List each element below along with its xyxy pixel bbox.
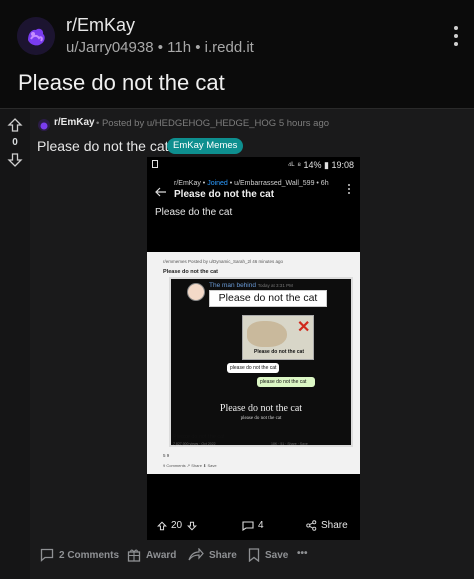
inner-meta: r/EmKay • Joined • u/Embarrassed_Wall_59… xyxy=(174,180,329,187)
meme-caption: Please do not the cat xyxy=(253,349,304,355)
vote-column: 0 xyxy=(0,109,30,579)
subreddit-name[interactable]: r/EmKay xyxy=(66,15,135,36)
inner-share-label: Share xyxy=(321,520,348,531)
status-right: ⁴ᴸ ⁸ 14% ▮ 19:08 xyxy=(287,160,354,170)
meme-text-box: Please do not the cat xyxy=(209,290,327,307)
save-label: Save xyxy=(265,549,289,561)
inner-action-bar: 20 4 Share xyxy=(147,513,360,540)
bookmark-icon xyxy=(248,548,260,562)
save-button[interactable]: Save xyxy=(248,548,288,562)
nested-meta: r/emmemes Posted by u/Dynamic_Sarah_2l 4… xyxy=(163,259,284,264)
inner-title: Please do not the cat xyxy=(174,189,275,200)
chat-bubble-right: please do not the cat xyxy=(257,377,315,387)
downvote-icon[interactable] xyxy=(7,152,23,168)
post-flair[interactable]: EmKay Memes xyxy=(167,138,244,154)
crosspost-meta: • Posted by u/HEDGEHOG_HEDGE_HOG 5 hours… xyxy=(96,118,330,129)
chat-bubble-left: please do not the cat xyxy=(227,363,279,373)
post-image[interactable]: ⁴ᴸ ⁸ 14% ▮ 19:08 r/EmKay • Joined • u/Em… xyxy=(147,157,360,540)
inner-post-header: r/EmKay • Joined • u/Embarrassed_Wall_59… xyxy=(147,173,360,257)
subreddit-avatar[interactable] xyxy=(17,17,55,55)
nested-caption: Please do not the cat xyxy=(173,434,225,440)
back-arrow-icon xyxy=(155,187,166,197)
more-icon: ••• xyxy=(297,548,308,559)
nested-caption-meta: 7,827,000 views · Oct 2022 xyxy=(173,442,216,446)
discord-avatar xyxy=(187,283,205,301)
post-header: r/EmKay u/Jarry04938 • 11h • i.redd.it xyxy=(0,0,474,72)
notification-icon xyxy=(152,160,158,168)
share-button[interactable]: Share xyxy=(188,548,237,562)
more-options-icon[interactable] xyxy=(450,26,462,50)
award-label: Award xyxy=(146,549,177,561)
comments-label: 2 Comments xyxy=(59,549,120,561)
award-icon xyxy=(127,549,141,562)
post-meta: u/Jarry04938 • 11h • i.redd.it xyxy=(66,39,254,56)
small-caption: please do not the cat xyxy=(240,416,282,421)
inner-downvote-icon xyxy=(187,521,197,531)
crosspost-subreddit[interactable]: r/EmKay xyxy=(54,117,95,128)
crosspost-subreddit-avatar[interactable] xyxy=(38,119,50,131)
big-caption: Please do not the cat xyxy=(219,403,303,414)
post-title: Please do not the cat xyxy=(18,70,225,95)
inner-vote-count: 20 xyxy=(171,520,183,531)
card-action-bar: 2 Comments Award Share Save ••• xyxy=(0,541,474,571)
nested-title: Please do not the cat xyxy=(163,269,219,275)
inner-share-icon xyxy=(306,520,317,531)
inner-joined: Joined xyxy=(207,180,228,187)
comment-icon xyxy=(40,548,54,562)
cat-drawing xyxy=(247,321,287,347)
nested-caption-stats: 18K · 51 · Share · Save xyxy=(271,442,308,446)
inner-body: Please do the cat xyxy=(155,207,233,218)
inner-upvote-icon xyxy=(157,521,167,531)
red-x-icon: ✕ xyxy=(297,319,311,336)
inner-comment-count: 4 xyxy=(258,520,264,531)
phone-status-bar: ⁴ᴸ ⁸ 14% ▮ 19:08 xyxy=(147,157,360,173)
inner-user: • u/Embarrassed_Wall_599 • 6h xyxy=(229,180,329,187)
share-label: Share xyxy=(209,549,237,561)
inner-kebab-icon xyxy=(348,184,352,196)
award-button[interactable]: Award xyxy=(127,548,176,562)
nested-awards: 5 9 xyxy=(163,453,170,458)
comments-button[interactable]: 2 Comments xyxy=(40,548,119,562)
upvote-icon[interactable] xyxy=(7,117,23,133)
vote-count: 0 xyxy=(12,137,18,148)
nested-comments: 9 Comments ↗ Share ⬇ Save xyxy=(163,463,217,468)
crosspost-title[interactable]: Please do not the cat xyxy=(37,138,169,154)
discord-username: The man behind Today at 3:31 PM xyxy=(209,282,293,289)
more-options-button[interactable]: ••• xyxy=(297,548,308,559)
inner-comment-icon xyxy=(242,521,254,531)
share-icon xyxy=(188,548,204,561)
inner-subreddit: r/EmKay • xyxy=(174,180,206,187)
